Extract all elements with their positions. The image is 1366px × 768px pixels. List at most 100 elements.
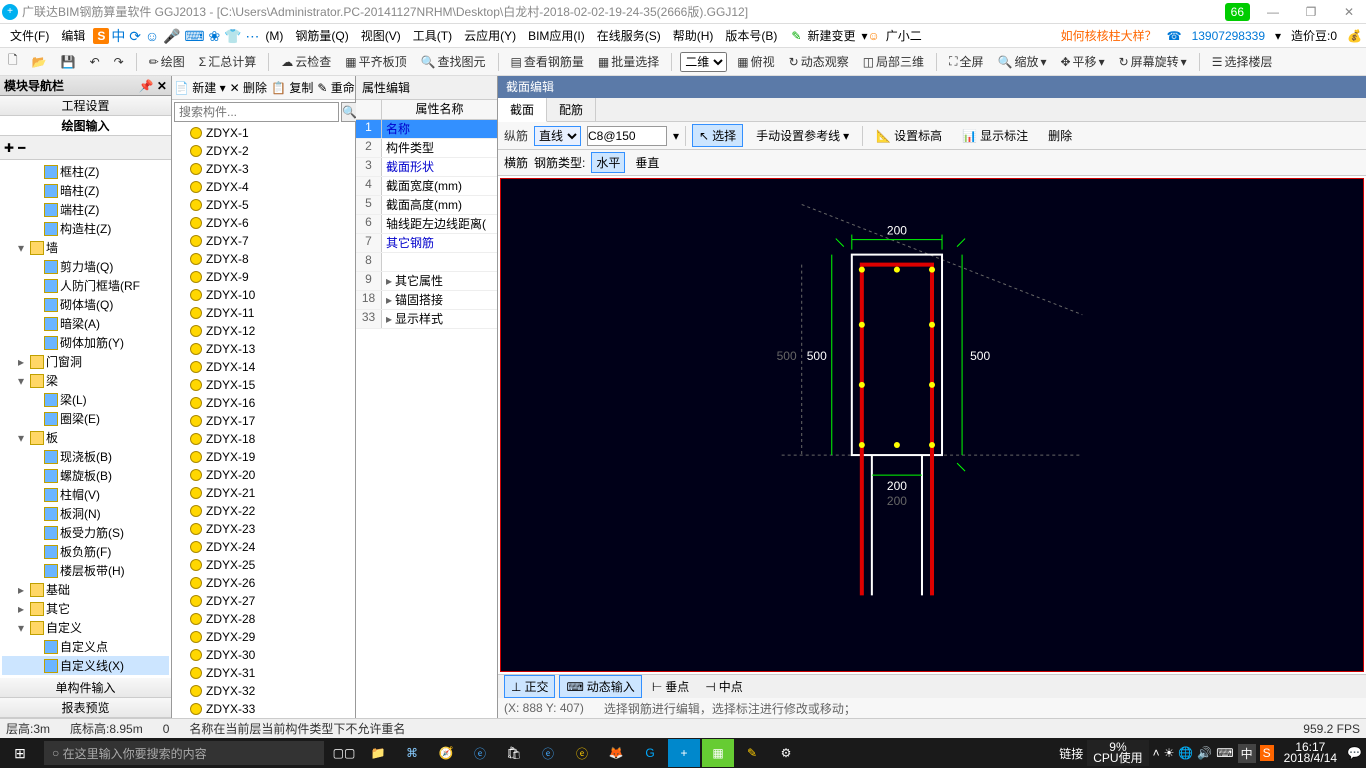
perp-btn[interactable]: ⊢ 垂点	[646, 676, 695, 697]
component-item[interactable]: ZDYX-33	[172, 700, 355, 718]
tray-sogou[interactable]: S	[1260, 745, 1274, 761]
copy-component-btn[interactable]: 📋 复制	[271, 79, 313, 96]
component-item[interactable]: ZDYX-6	[172, 214, 355, 232]
cpu-meter[interactable]: 9%CPU使用	[1087, 740, 1148, 766]
app-icon-5[interactable]: +	[668, 739, 700, 767]
new-icon[interactable]: 🗋	[4, 51, 22, 72]
open-icon[interactable]: 📂	[28, 55, 51, 69]
tab-single-input[interactable]: 单构件输入	[0, 678, 171, 698]
view-2d-select[interactable]: 二维	[680, 52, 727, 72]
find-btn[interactable]: 🔍 查找图元	[417, 53, 490, 70]
menu-m[interactable]: (M)	[259, 29, 289, 43]
vert-btn[interactable]: 垂直	[631, 153, 663, 172]
mid-btn[interactable]: ⊣ 中点	[699, 676, 748, 697]
tree-item[interactable]: 框柱(Z)	[2, 162, 169, 181]
rotate-btn[interactable]: ↻ 屏幕旋转 ▾	[1115, 53, 1191, 70]
component-item[interactable]: ZDYX-7	[172, 232, 355, 250]
tree-item[interactable]: ▸ 基础	[2, 580, 169, 599]
tree-item[interactable]: 板洞(N)	[2, 504, 169, 523]
menu-edit[interactable]: 编辑	[55, 27, 91, 44]
del-rebar-btn[interactable]: 删除	[1041, 124, 1079, 147]
tree-item[interactable]: 板负筋(F)	[2, 542, 169, 561]
help-link[interactable]: 如何核核柱大样？	[1061, 27, 1157, 44]
component-item[interactable]: ZDYX-9	[172, 268, 355, 286]
tree-item[interactable]: 柱帽(V)	[2, 485, 169, 504]
tree-item[interactable]: ▾ 板	[2, 428, 169, 447]
tab-project-settings[interactable]: 工程设置	[0, 96, 171, 116]
component-item[interactable]: ZDYX-8	[172, 250, 355, 268]
app-icon-4[interactable]: G	[634, 739, 666, 767]
ref-line-btn[interactable]: 手动设置参考线 ▾	[749, 124, 856, 147]
tree-item[interactable]: 人防门框墙(RF	[2, 276, 169, 295]
ortho-btn[interactable]: ⊥ 正交	[504, 675, 555, 698]
topview-btn[interactable]: ▦ 俯视	[733, 53, 778, 70]
app-icon-1[interactable]: ⌘	[396, 739, 428, 767]
tab-rebar[interactable]: 配筋	[547, 98, 596, 121]
component-item[interactable]: ZDYX-32	[172, 682, 355, 700]
property-row[interactable]: 2构件类型	[356, 139, 497, 158]
property-row[interactable]: 7其它钢筋	[356, 234, 497, 253]
fullscreen-btn[interactable]: ⛶ 全屏	[945, 53, 987, 70]
tray-link[interactable]: 链接	[1059, 745, 1083, 762]
property-row[interactable]: 9▸其它属性	[356, 272, 497, 291]
edge-icon[interactable]: ⓔ	[532, 739, 564, 767]
component-item[interactable]: ZDYX-14	[172, 358, 355, 376]
app-icon-2[interactable]: 🧭	[430, 739, 462, 767]
tray-weather-icon[interactable]: ☀	[1164, 746, 1175, 760]
menu-help[interactable]: 帮助(H)	[667, 27, 720, 44]
pin-icon[interactable]: 📌 ✕	[139, 79, 167, 93]
add-icon[interactable]: ✚	[4, 141, 14, 155]
component-item[interactable]: ZDYX-16	[172, 394, 355, 412]
component-item[interactable]: ZDYX-12	[172, 322, 355, 340]
store-icon[interactable]: 🛍	[498, 739, 530, 767]
tray-ime-icon[interactable]: ⌨	[1216, 746, 1233, 760]
component-item[interactable]: ZDYX-18	[172, 430, 355, 448]
set-elev-btn[interactable]: 📐 设置标高	[869, 124, 949, 147]
close-button[interactable]: ✕	[1334, 5, 1364, 19]
menu-cloud[interactable]: 云应用(Y)	[458, 27, 522, 44]
component-item[interactable]: ZDYX-2	[172, 142, 355, 160]
component-item[interactable]: ZDYX-3	[172, 160, 355, 178]
del-component-btn[interactable]: ✕ 删除	[230, 79, 267, 96]
part3d-btn[interactable]: ◫ 局部三维	[859, 53, 928, 70]
app-icon-6[interactable]: ▦	[702, 739, 734, 767]
tree-item[interactable]: 砌体加筋(Y)	[2, 333, 169, 352]
cloud-check-btn[interactable]: ☁ 云检查	[277, 53, 335, 70]
menu-bim[interactable]: BIM应用(I)	[522, 27, 591, 44]
flat-btn[interactable]: ▦ 平齐板顶	[341, 53, 410, 70]
menu-rebar[interactable]: 钢筋量(Q)	[289, 27, 354, 44]
component-item[interactable]: ZDYX-20	[172, 466, 355, 484]
tree-item[interactable]: 自定义线(X)	[2, 656, 169, 675]
rebar-spec-input[interactable]	[587, 126, 667, 146]
tree-item[interactable]: ▸ 其它	[2, 599, 169, 618]
property-row[interactable]: 5截面高度(mm)	[356, 196, 497, 215]
dyn-btn[interactable]: ↻ 动态观察	[785, 53, 853, 70]
notif-icon[interactable]: 💬	[1347, 746, 1362, 760]
component-item[interactable]: ZDYX-24	[172, 538, 355, 556]
component-search-input[interactable]	[174, 102, 339, 122]
component-item[interactable]: ZDYX-31	[172, 664, 355, 682]
menu-version[interactable]: 版本号(B)	[719, 27, 783, 44]
ie-icon[interactable]: ⓔ	[464, 739, 496, 767]
component-item[interactable]: ZDYX-13	[172, 340, 355, 358]
view-rebar-btn[interactable]: ▤ 查看钢筋量	[507, 53, 588, 70]
tab-report[interactable]: 报表预览	[0, 698, 171, 718]
tree-item[interactable]: ▾ 梁	[2, 371, 169, 390]
draw-btn[interactable]: ✏ 绘图	[145, 53, 189, 70]
menu-view[interactable]: 视图(V)	[355, 27, 407, 44]
app-icon-8[interactable]: ⚙	[770, 739, 802, 767]
tree-item[interactable]: 板受力筋(S)	[2, 523, 169, 542]
component-item[interactable]: ZDYX-29	[172, 628, 355, 646]
tree-item[interactable]: 梁(L)	[2, 390, 169, 409]
horiz-btn[interactable]: 水平	[591, 152, 625, 173]
xiaoer[interactable]: 广小二	[880, 27, 928, 44]
show-dim-btn[interactable]: 📊 显示标注	[955, 124, 1035, 147]
component-item[interactable]: ZDYX-23	[172, 520, 355, 538]
property-row[interactable]: 33▸显示样式	[356, 310, 497, 329]
component-item[interactable]: ZDYX-11	[172, 304, 355, 322]
tray-net-icon[interactable]: 🌐	[1178, 746, 1193, 760]
tree-item[interactable]: 剪力墙(Q)	[2, 257, 169, 276]
property-row[interactable]: 18▸锚固搭接	[356, 291, 497, 310]
component-item[interactable]: ZDYX-1	[172, 124, 355, 142]
component-item[interactable]: ZDYX-28	[172, 610, 355, 628]
